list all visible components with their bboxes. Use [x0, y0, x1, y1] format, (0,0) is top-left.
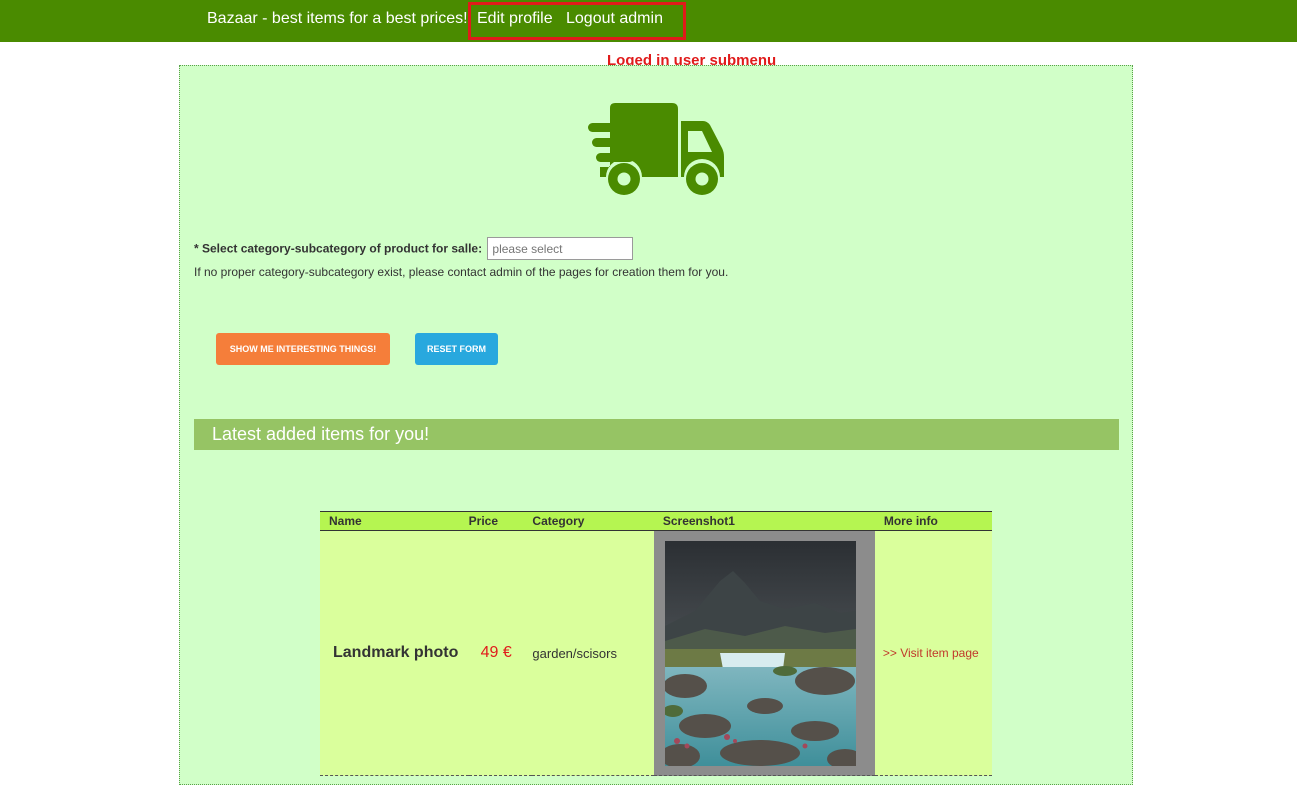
table-header-row: Name Price Category Screenshot1 More inf… — [320, 511, 992, 531]
reset-form-button[interactable]: RESET FORM — [415, 333, 498, 365]
item-category: garden/scisors — [532, 530, 654, 776]
category-select-label: * Select category-subcategory of product… — [194, 241, 483, 256]
item-screenshot-image[interactable] — [664, 540, 856, 766]
brand-link[interactable]: Bazaar - best items for a best prices! — [207, 10, 468, 28]
column-header-price: Price — [468, 511, 533, 531]
item-screenshot-cell — [653, 530, 875, 776]
delivery-truck-icon — [588, 103, 724, 195]
category-select-row: * Select category-subcategory of product… — [194, 237, 634, 260]
column-header-more-info: More info — [874, 511, 992, 531]
submenu-highlight-box — [468, 2, 686, 40]
column-header-name: Name — [320, 511, 469, 531]
column-header-screenshot: Screenshot1 — [653, 511, 875, 531]
visit-item-link[interactable]: >> Visit item page — [875, 646, 979, 660]
table-row: Landmark photo 49 € garden/scisors >> Vi… — [320, 530, 992, 776]
latest-items-header: Latest added items for you! — [194, 419, 1119, 450]
category-help-text: If no proper category-subcategory exist,… — [194, 265, 729, 279]
item-name: Landmark photo — [320, 530, 469, 776]
latest-items-table: Name Price Category Screenshot1 More inf… — [320, 511, 992, 776]
column-header-category: Category — [532, 511, 654, 531]
item-more-info-cell: >> Visit item page — [874, 530, 992, 776]
show-interesting-button[interactable]: SHOW ME INTERESTING THINGS! — [216, 333, 390, 365]
item-price: 49 € — [468, 530, 533, 776]
category-select-input[interactable] — [487, 237, 634, 260]
